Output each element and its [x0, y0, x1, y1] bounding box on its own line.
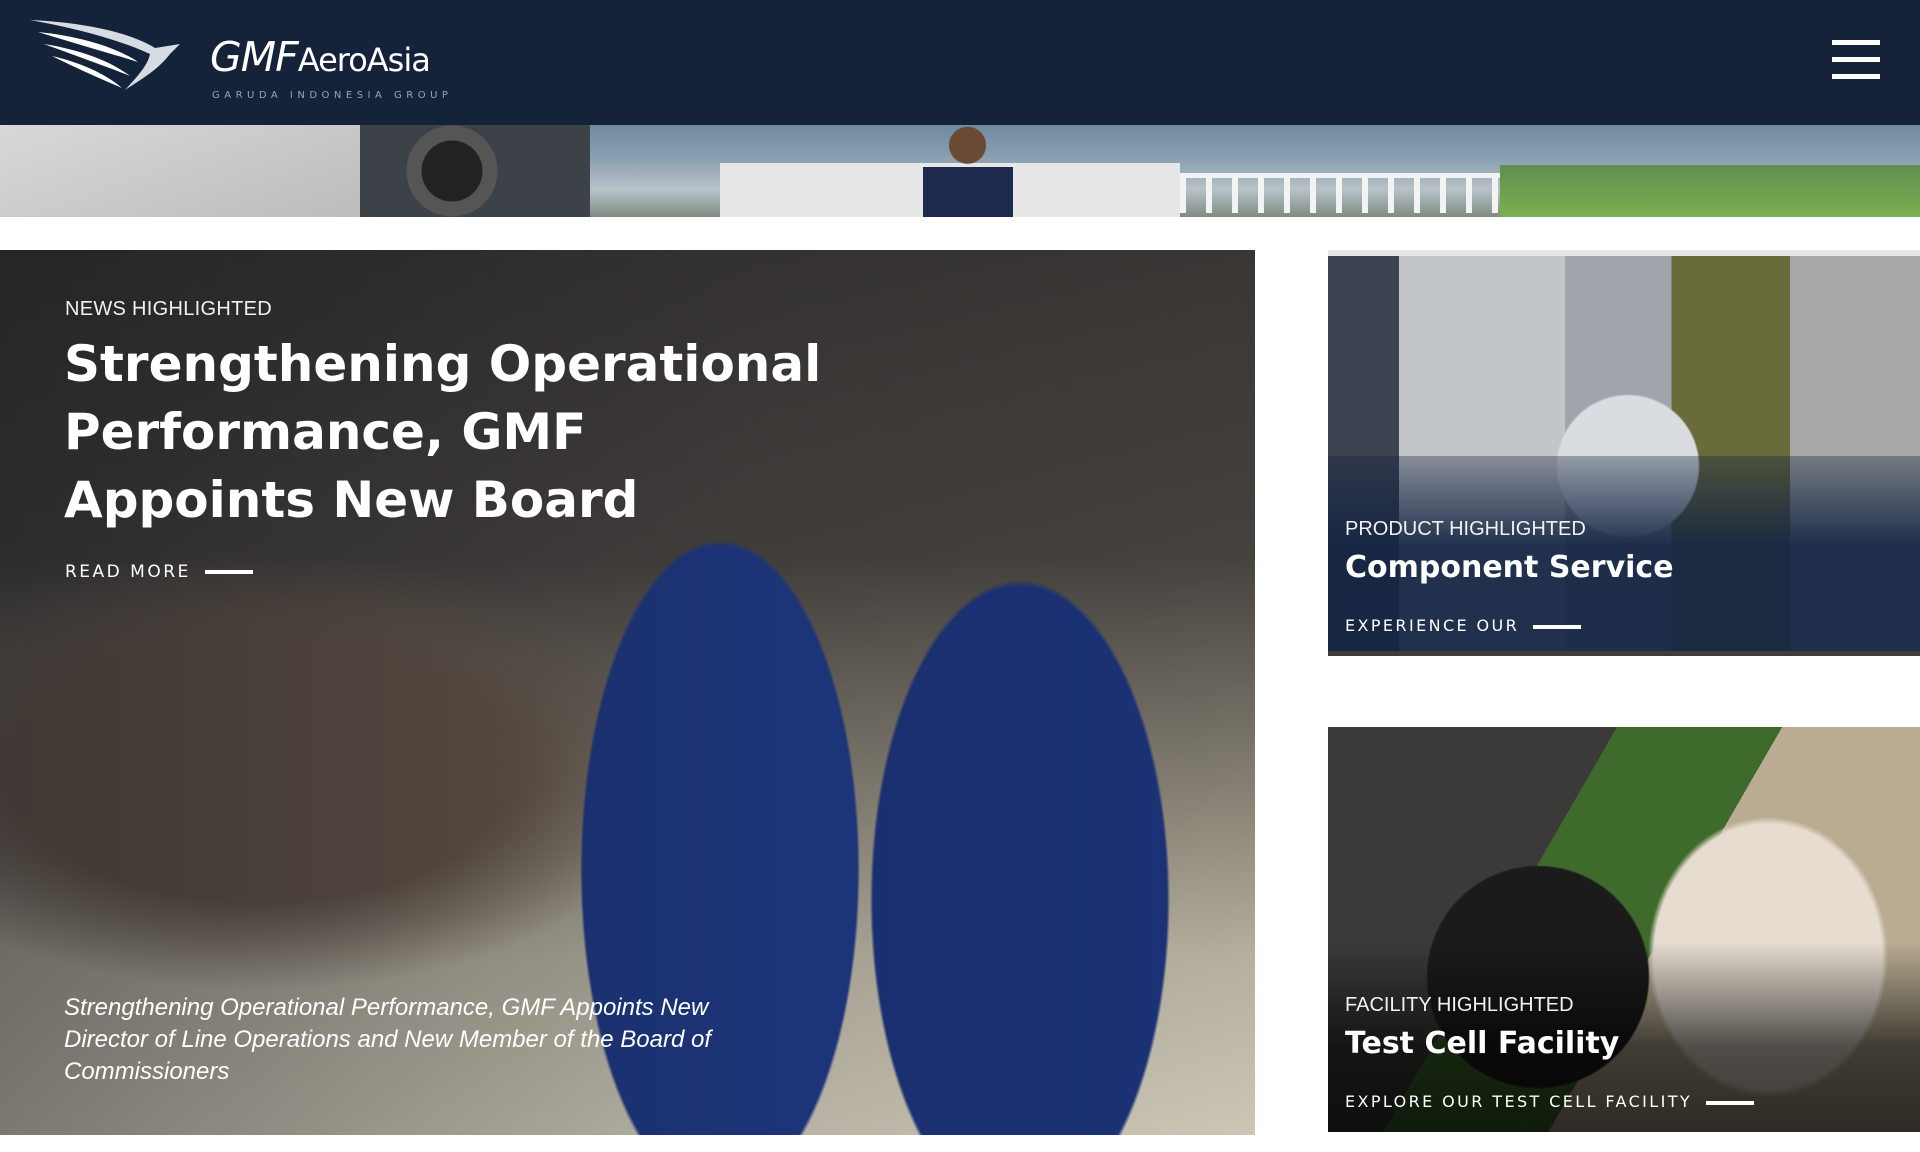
- news-headline[interactable]: Strengthening Operational Performance, G…: [64, 330, 824, 534]
- logo-tagline: GARUDA INDONESIA GROUP: [212, 90, 453, 101]
- read-more-line-icon: [204, 570, 253, 574]
- explore-test-cell-label: EXPLORE OUR TEST CELL FACILITY: [1345, 1092, 1693, 1111]
- product-eyebrow: PRODUCT HIGHLIGHTED: [1345, 518, 1586, 540]
- aircraft-fuselage-image: [0, 125, 360, 217]
- logo-aeroasia-text: AeroAsia: [297, 41, 431, 79]
- menu-bar-bottom: [1832, 74, 1880, 79]
- news-eyebrow: NEWS HIGHLIGHTED: [65, 298, 273, 320]
- logo-gmf-text: GMF: [210, 33, 299, 81]
- product-card-bottom-border: [1328, 651, 1920, 656]
- gmf-aeroasia-logo[interactable]: GMFAeroAsia GARUDA INDONESIA GROUP: [30, 18, 450, 108]
- hero-image-strip: [0, 125, 1920, 217]
- cta-line-icon: [1533, 624, 1582, 629]
- railing-image: [1180, 173, 1550, 213]
- news-highlight-card[interactable]: NEWS HIGHLIGHTED Strengthening Operation…: [0, 250, 1255, 1135]
- facility-title[interactable]: Test Cell Facility: [1345, 1026, 1619, 1061]
- menu-bar-middle: [1832, 57, 1880, 62]
- news-caption: Strengthening Operational Performance, G…: [64, 994, 711, 1085]
- facility-highlight-card[interactable]: FACILITY HIGHLIGHTED Test Cell Facility …: [1328, 727, 1920, 1132]
- airfield-grass-image: [1500, 165, 1920, 217]
- garuda-wing-logo-icon: [30, 20, 180, 90]
- read-more-link[interactable]: READ MORE: [65, 562, 253, 582]
- technician-image: [920, 125, 1015, 217]
- product-title[interactable]: Component Service: [1345, 550, 1674, 585]
- product-highlight-card[interactable]: PRODUCT HIGHLIGHTED Component Service EX…: [1328, 250, 1920, 656]
- logo-wordmark: GMFAeroAsia: [210, 33, 431, 81]
- cta-line-icon: [1706, 1100, 1755, 1105]
- hamburger-menu-icon[interactable]: [1832, 40, 1882, 82]
- top-navigation-bar: GMFAeroAsia GARUDA INDONESIA GROUP: [0, 0, 1920, 125]
- landing-gear-image: [360, 125, 590, 217]
- experience-our-link[interactable]: EXPERIENCE OUR: [1345, 616, 1582, 635]
- read-more-label: READ MORE: [65, 562, 191, 582]
- menu-bar-top: [1832, 40, 1880, 45]
- experience-our-label: EXPERIENCE OUR: [1345, 616, 1520, 635]
- facility-eyebrow: FACILITY HIGHLIGHTED: [1345, 994, 1574, 1016]
- explore-test-cell-link[interactable]: EXPLORE OUR TEST CELL FACILITY: [1345, 1092, 1755, 1111]
